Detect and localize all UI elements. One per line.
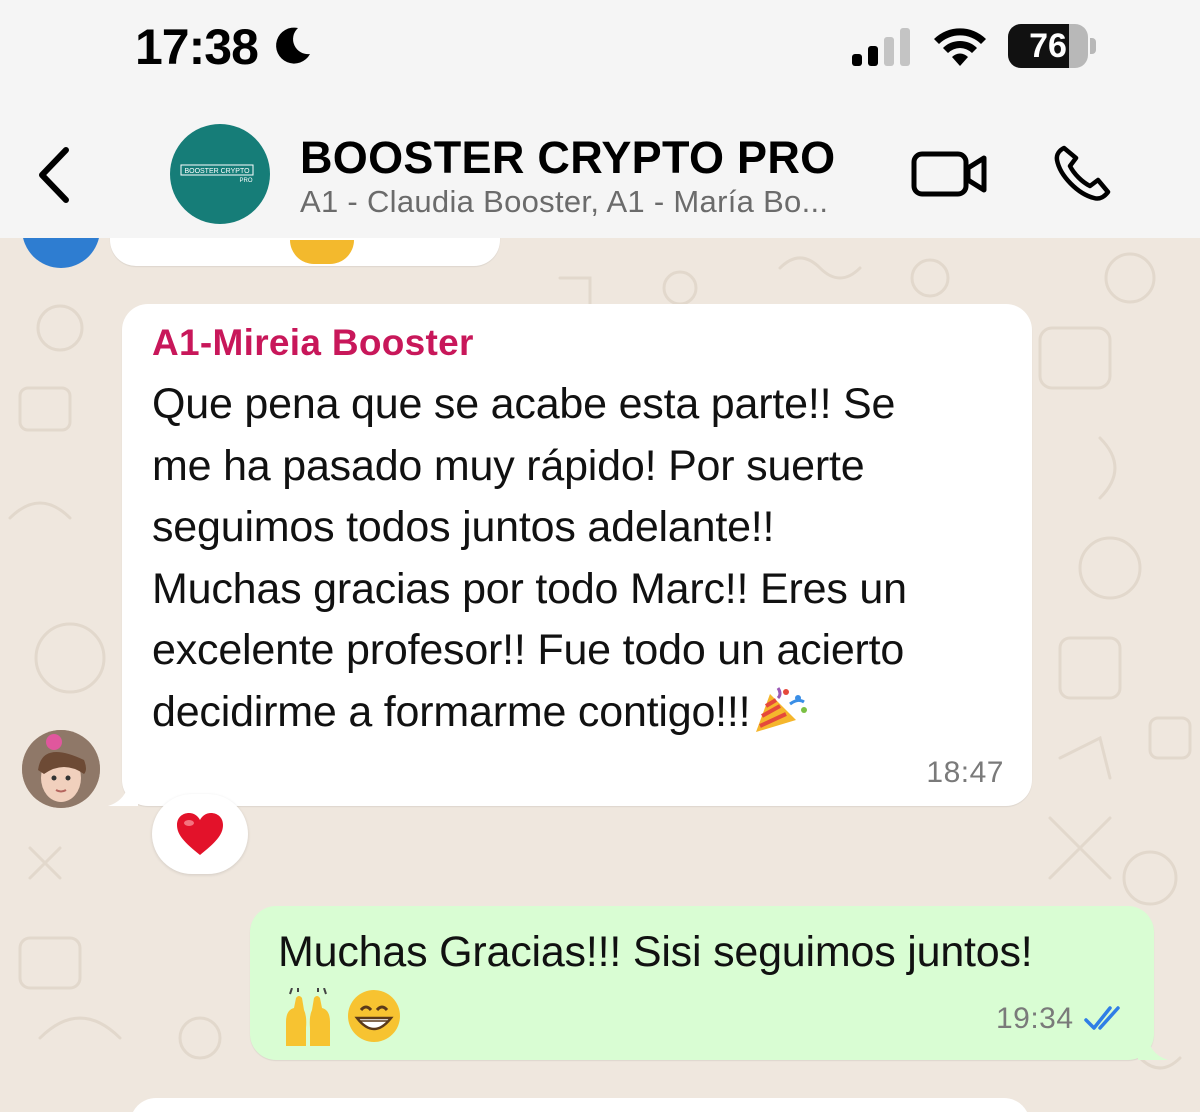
bubble-tail [1138,1030,1168,1060]
red-heart-icon [177,813,223,855]
message-timestamp: 18:47 [926,756,1004,789]
reaction-badge[interactable] [152,794,248,874]
message-line-last: decidirme a formarme contigo!!! [152,682,1012,744]
battery-tip [1090,38,1096,54]
svg-text:BOOSTER CRYPTO: BOOSTER CRYPTO [184,168,250,175]
status-bar: 17:38 76 [0,0,1200,100]
raising-hands-icon [286,988,330,1046]
chat-area[interactable]: A1-Mireia Booster Que pena que se acabe … [0,238,1200,1112]
message-line: Muchas gracias por todo Marc!! Eres un [152,564,907,613]
sender-name[interactable]: A1-Mireia Booster [152,322,474,364]
read-receipt-icon [1084,1006,1120,1030]
wifi-icon [934,28,986,66]
moon-icon [276,27,310,64]
message-timestamp: 19:34 [995,1002,1074,1035]
message-meta: 19:34 [996,1002,1128,1042]
party-popper-icon [756,686,808,732]
battery-indicator: 76 [1008,24,1088,68]
group-logo: BOOSTER CRYPTO PRO [180,164,254,184]
incoming-message-bubble[interactable]: A1-Mireia Booster Que pena que se acabe … [108,304,1032,806]
svg-text:PRO: PRO [239,178,252,184]
message-line: excelente profesor!! Fue todo un acierto [152,626,905,674]
message-line: me ha pasado muy rápido! Por suerte [152,441,865,490]
message-text: Muchas Gracias!!! Sisi seguimos juntos! [278,928,1033,976]
back-arrow-icon[interactable] [30,140,78,210]
next-message-bubble-partial[interactable] [130,1098,1030,1112]
bubble-tail [108,776,138,806]
chat-title[interactable]: BOOSTER CRYPTO PRO [300,132,835,184]
message-text: Que pena que se acabe esta parte!! Se me… [152,374,1012,743]
chat-participants[interactable]: A1 - Claudia Booster, A1 - María Bo... [300,184,828,220]
status-time: 17:38 [135,19,259,75]
grinning-face-icon [348,990,401,1042]
previous-message-bubble[interactable] [110,238,500,266]
cellular-signal-icon [852,28,910,66]
emoji-row [278,988,406,1048]
message-line: seguimos todos juntos adelante!! [152,503,775,551]
chat-header: BOOSTER CRYPTO PRO BOOSTER CRYPTO PRO A1… [0,100,1200,238]
avatar-photo [22,730,100,808]
outgoing-message-bubble[interactable]: Muchas Gracias!!! Sisi seguimos juntos! … [250,906,1168,1060]
phone-call-icon[interactable] [1050,142,1114,206]
video-call-icon[interactable] [910,146,990,202]
emoji-partial [290,240,354,264]
message-line: decidirme a formarme contigo!!! [152,687,751,736]
message-line: Que pena que se acabe esta parte!! Se [152,380,896,428]
sender-avatar[interactable] [22,730,100,808]
battery-level-text: 76 [1029,27,1067,65]
group-avatar[interactable]: BOOSTER CRYPTO PRO [170,124,270,224]
